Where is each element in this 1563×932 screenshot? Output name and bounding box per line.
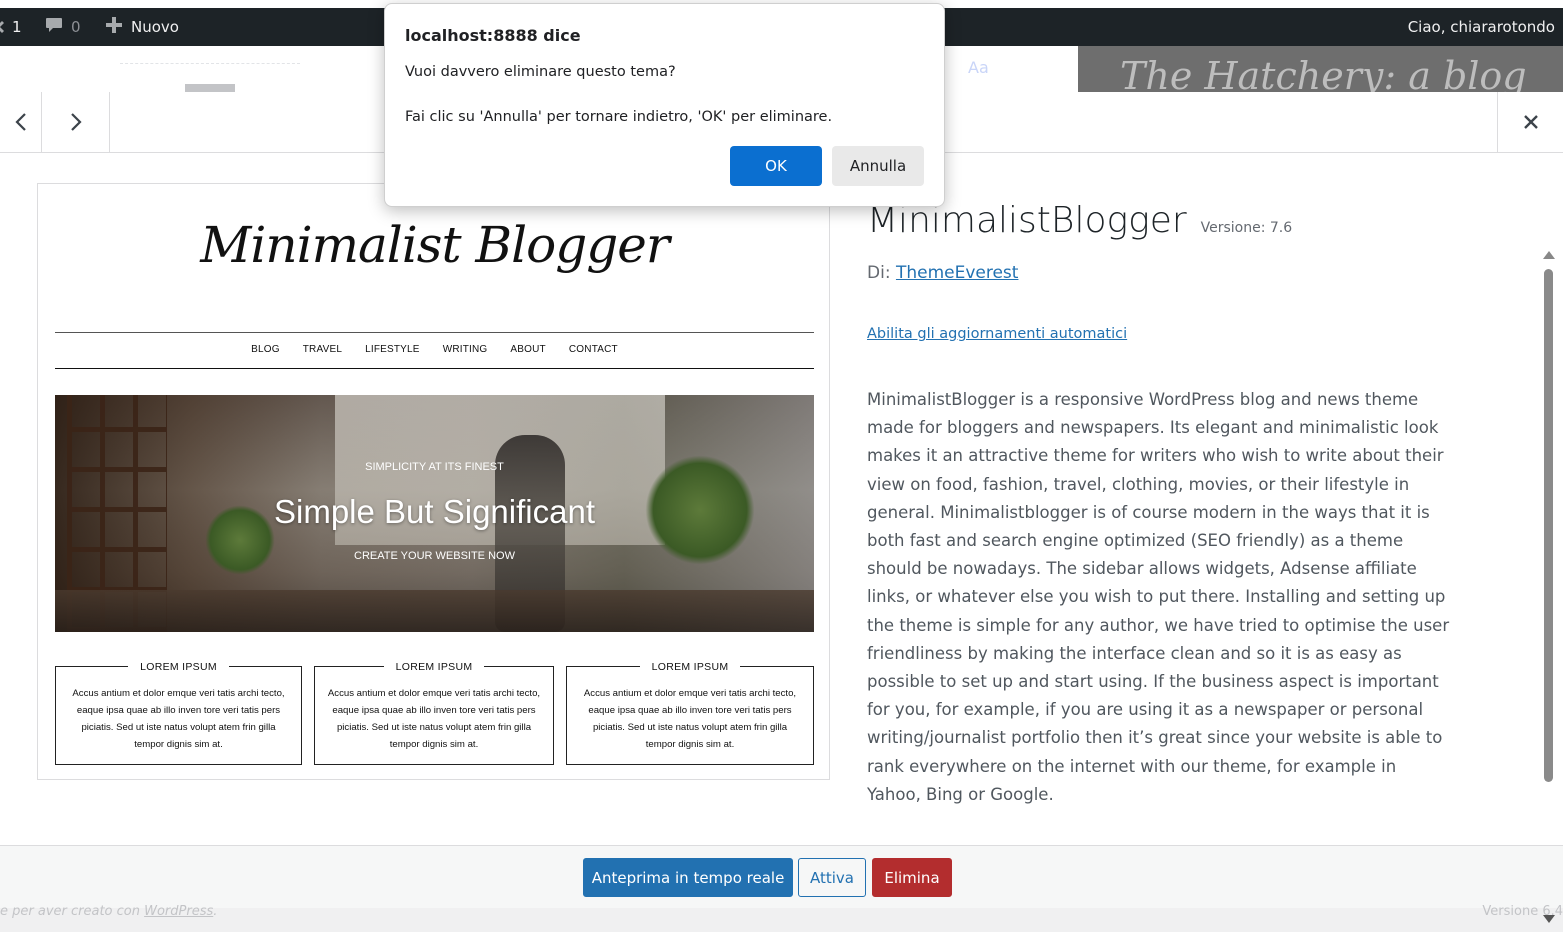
close-icon bbox=[1523, 115, 1538, 129]
hero-table bbox=[55, 590, 814, 632]
dialog-title: localhost:8888 dice bbox=[405, 26, 581, 45]
updates-count: 1 bbox=[12, 18, 22, 36]
admin-footer-version: Versione 6.4 bbox=[1482, 904, 1563, 919]
comments-item[interactable]: 0 bbox=[45, 8, 81, 46]
plus-icon bbox=[105, 16, 123, 38]
theme-version: Versione: 7.6 bbox=[1200, 220, 1293, 236]
dialog-message: Vuoi davvero eliminare questo tema? bbox=[405, 64, 676, 80]
theme-actions: Anteprima in tempo reale Attiva Elimina bbox=[0, 845, 1563, 908]
theme-description: MinimalistBlogger is a responsive WordPr… bbox=[867, 390, 1450, 804]
screenshot-divider-bottom bbox=[55, 368, 814, 369]
card-text: Accus antium et dolor emque veri tatis a… bbox=[327, 688, 541, 750]
screenshot-menu-item: ABOUT bbox=[510, 344, 546, 355]
scroll-up-arrow-icon[interactable] bbox=[1543, 251, 1555, 259]
comment-bubble-icon bbox=[45, 17, 63, 38]
footer-thanks-prefix: e per aver creato con bbox=[0, 904, 145, 919]
card-label: LOREM IPSUM bbox=[383, 661, 485, 673]
theme-card-preview: The Hatchery: a blog bbox=[1078, 46, 1563, 92]
chevron-left-icon bbox=[14, 113, 26, 131]
card-label: LOREM IPSUM bbox=[639, 661, 741, 673]
updates-item[interactable]: 1 bbox=[0, 8, 22, 46]
updates-icon bbox=[0, 20, 4, 34]
delete-button[interactable]: Elimina bbox=[872, 858, 952, 897]
comments-count: 0 bbox=[71, 18, 81, 36]
hero-title: Simple But Significant bbox=[274, 493, 595, 530]
screenshot-menu-item: BLOG bbox=[251, 344, 280, 355]
theme-overlay: Minimalist Blogger BLOG TRAVEL LIFESTYLE… bbox=[0, 92, 1563, 923]
screenshot-card: LOREM IPSUM Accus antium et dolor emque … bbox=[314, 661, 554, 765]
footer-thanks-suffix: . bbox=[213, 904, 218, 919]
activate-button[interactable]: Attiva bbox=[798, 858, 866, 897]
card-text: Accus antium et dolor emque veri tatis a… bbox=[583, 688, 797, 750]
screenshot-logo: Minimalist Blogger bbox=[200, 216, 670, 274]
dialog-instructions: Fai clic su 'Annulla' per tornare indiet… bbox=[405, 109, 833, 125]
hero-cta: CREATE YOUR WEBSITE NOW bbox=[354, 550, 515, 562]
screenshot-card: LOREM IPSUM Accus antium et dolor emque … bbox=[566, 661, 814, 765]
screenshot-menu-item: TRAVEL bbox=[302, 344, 343, 355]
theme-author: Di: ThemeEverest bbox=[867, 263, 1452, 283]
screenshot-card: LOREM IPSUM Accus antium et dolor emque … bbox=[55, 661, 302, 765]
author-link[interactable]: ThemeEverest bbox=[896, 263, 1019, 283]
faint-button bbox=[185, 84, 235, 92]
theme-name-row: MinimalistBlogger Versione: 7.6 bbox=[867, 200, 1452, 241]
next-theme-button[interactable] bbox=[42, 92, 110, 152]
new-label: Nuovo bbox=[131, 18, 179, 36]
screenshot-menu-item: WRITING bbox=[442, 344, 488, 355]
hero-kicker: SIMPLICITY AT ITS FINEST bbox=[365, 461, 504, 473]
confirm-dialog: localhost:8888 dice Vuoi davvero elimina… bbox=[384, 3, 945, 207]
card-text: Accus antium et dolor emque veri tatis a… bbox=[72, 688, 285, 750]
screenshot-menu: BLOG TRAVEL LIFESTYLE WRITING ABOUT CONT… bbox=[38, 344, 829, 355]
card-label: LOREM IPSUM bbox=[128, 661, 229, 673]
greeting: Ciao, chiararotondo bbox=[1407, 18, 1555, 36]
faint-text-line bbox=[120, 56, 300, 64]
typography-icon: Aa bbox=[968, 58, 989, 77]
previous-theme-button[interactable] bbox=[0, 92, 42, 152]
theme-info: MinimalistBlogger Versione: 7.6 Di: Them… bbox=[867, 200, 1452, 804]
screenshot-menu-item: LIFESTYLE bbox=[365, 344, 420, 355]
overlay-scrollbar[interactable] bbox=[1541, 247, 1555, 927]
dialog-ok-button[interactable]: OK bbox=[730, 146, 822, 186]
screenshot-menu-item: CONTACT bbox=[568, 344, 618, 355]
close-overlay-button[interactable] bbox=[1497, 92, 1563, 152]
new-content-menu[interactable]: Nuovo bbox=[105, 8, 179, 46]
admin-footer-thanks: e per aver creato con WordPress. bbox=[0, 904, 217, 919]
footer-wordpress-link[interactable]: WordPress bbox=[144, 904, 213, 919]
dialog-cancel-button[interactable]: Annulla bbox=[832, 146, 924, 186]
screenshot-hero-image: SIMPLICITY AT ITS FINEST Simple But Sign… bbox=[55, 395, 814, 632]
screenshot-divider-top bbox=[55, 332, 814, 333]
author-prefix: Di: bbox=[867, 263, 891, 283]
scrollbar-thumb[interactable] bbox=[1544, 269, 1553, 782]
enable-auto-updates-link[interactable]: Abilita gli aggiornamenti automatici bbox=[867, 326, 1127, 342]
chevron-right-icon bbox=[70, 113, 82, 131]
my-account-menu[interactable]: Ciao, chiararotondo bbox=[1408, 8, 1555, 46]
theme-screenshot: Minimalist Blogger BLOG TRAVEL LIFESTYLE… bbox=[37, 183, 830, 780]
live-preview-button[interactable]: Anteprima in tempo reale bbox=[583, 858, 793, 897]
